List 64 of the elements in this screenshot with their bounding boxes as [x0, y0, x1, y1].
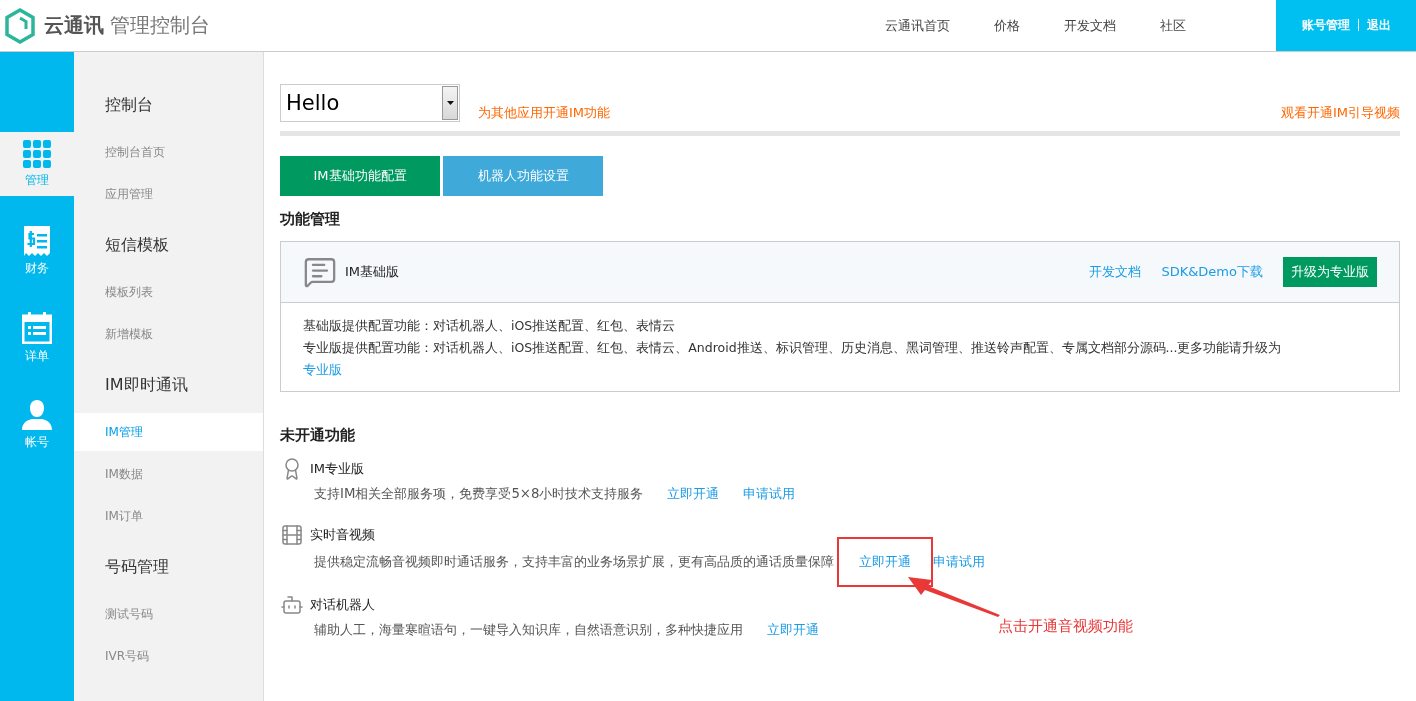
calendar-icon: [22, 311, 52, 344]
feature-description: 提供稳定流畅音视频即时通话服务，支持丰富的业务场景扩展，更有高品质的通话质量保障: [314, 553, 834, 571]
feature-link[interactable]: 立即开通: [667, 485, 720, 503]
menu-item[interactable]: 控制台首页: [74, 133, 263, 171]
menu-group-title: 号码管理: [104, 556, 170, 578]
rail-label: 财务: [25, 259, 49, 277]
plan-name: IM基础版: [345, 263, 400, 281]
feature-description: 支持IM相关全部服务项，免费享受5×8小时技术支持服务: [314, 485, 644, 503]
rail-item[interactable]: 财务: [0, 219, 74, 283]
feature-description: 辅助人工，海量寒暄语句，一键导入知识库，自然语意识别，多种快捷应用: [314, 621, 743, 639]
rail-label: 详单: [25, 347, 49, 365]
feature-link[interactable]: 立即开通: [767, 621, 819, 639]
grid-icon: [23, 139, 51, 168]
nav-link[interactable]: 云通讯首页: [885, 16, 950, 35]
plan-description: 专业版提供配置功能：对话机器人、iOS推送配置、红包、表情云、Android推送、标识管理、历史消息、黑词管理、推送铃声配置、专属文档部分源码...更多功能请升级为: [303, 339, 1283, 357]
chat-bubble-icon: [303, 255, 337, 289]
account-link[interactable]: 退出: [1366, 16, 1391, 34]
card-link[interactable]: 开发文档: [1089, 263, 1142, 281]
feature-link[interactable]: 申请试用: [933, 553, 985, 571]
brand-name: 云通讯: [44, 12, 104, 39]
menu-item[interactable]: 模板列表: [74, 273, 263, 311]
feature-name: 实时音视频: [310, 526, 375, 544]
user-icon: [22, 399, 52, 430]
card-link[interactable]: SDK&Demo下载: [1161, 263, 1263, 281]
dropdown-caret-icon: [446, 101, 454, 105]
menu-item[interactable]: IM订单: [74, 497, 263, 535]
menu-group-title: IM即时通讯: [104, 374, 189, 396]
film-icon: [280, 523, 304, 547]
feature-name: IM专业版: [310, 460, 365, 478]
receipt-icon: [24, 225, 50, 256]
rail-item[interactable]: 管理: [0, 132, 74, 196]
enable-other-app-link[interactable]: 为其他应用开通IM功能: [478, 104, 611, 122]
menu-item[interactable]: IVR号码: [74, 637, 263, 675]
feature-name: 对话机器人: [310, 596, 375, 614]
rail-item[interactable]: 详单: [0, 306, 74, 370]
menu-group-title: 短信模板: [104, 234, 170, 256]
menu-item[interactable]: IM数据: [74, 455, 263, 493]
nav-link[interactable]: 价格: [994, 16, 1020, 35]
pro-version-link[interactable]: 专业版: [303, 362, 342, 377]
robot-icon: [280, 593, 304, 617]
annotation-text: 点击开通音视频功能: [998, 617, 1133, 636]
config-tab[interactable]: 机器人功能设置: [443, 156, 603, 196]
rail-label: 帐号: [25, 433, 49, 451]
hexagon-logo-icon: [4, 7, 36, 44]
menu-item[interactable]: IM管理: [74, 413, 263, 451]
guide-video-link[interactable]: 观看开通IM引导视频: [1280, 104, 1400, 122]
menu-item[interactable]: 新增模板: [74, 315, 263, 353]
menu-item[interactable]: 应用管理: [74, 175, 263, 213]
nav-link[interactable]: 开发文档: [1064, 16, 1116, 35]
nav-link[interactable]: 社区: [1160, 16, 1186, 35]
account-link[interactable]: 账号管理: [1301, 16, 1350, 34]
app-select[interactable]: Hello: [280, 84, 460, 122]
feature-link[interactable]: 申请试用: [743, 485, 796, 503]
config-tab[interactable]: IM基础功能配置: [280, 156, 440, 196]
rail-label: 管理: [25, 171, 49, 189]
section-heading: 未开通功能: [280, 426, 356, 445]
upgrade-button[interactable]: 升级为专业版: [1283, 257, 1377, 287]
section-heading: 功能管理: [280, 210, 341, 229]
menu-item[interactable]: 测试号码: [74, 595, 263, 633]
menu-group-title: 控制台: [104, 94, 154, 116]
plan-description: 基础版提供配置功能：对话机器人、iOS推送配置、红包、表情云: [303, 317, 677, 335]
console-title: 管理控制台: [110, 12, 210, 39]
highlighted-feature-link[interactable]: 立即开通: [837, 537, 933, 587]
rail-item[interactable]: 帐号: [0, 393, 74, 457]
